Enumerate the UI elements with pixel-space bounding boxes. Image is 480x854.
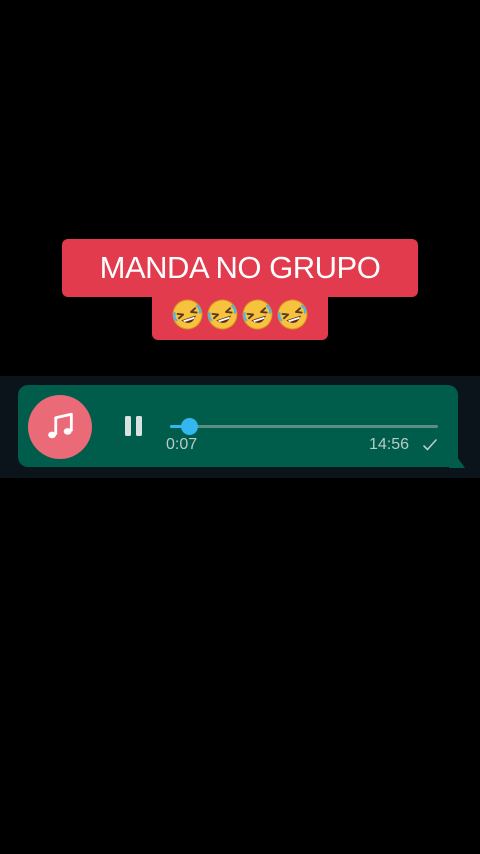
music-avatar [28, 395, 92, 459]
rolling-laughing-emoji [237, 293, 279, 335]
chat-strip: 0:07 14:56 [0, 376, 480, 478]
caption-title-text: MANDA NO GRUPO [99, 250, 381, 285]
audio-progress-thumb[interactable] [180, 418, 198, 435]
rolling-laughing-emoji [167, 293, 209, 335]
bubble-tail [449, 446, 465, 468]
rolling-laughing-emoji [272, 293, 314, 335]
caption-emoji-row [152, 288, 328, 340]
message-timestamp: 14:56 [369, 436, 410, 453]
elapsed-time: 0:07 [166, 436, 198, 453]
voice-message-bubble[interactable]: 0:07 14:56 [18, 385, 458, 467]
single-check-icon [423, 439, 437, 451]
pause-button[interactable] [118, 413, 148, 439]
rolling-laughing-emoji [202, 293, 244, 335]
music-note-icon [48, 412, 73, 439]
audio-progress-track[interactable] [170, 418, 438, 435]
pause-icon [122, 416, 144, 436]
